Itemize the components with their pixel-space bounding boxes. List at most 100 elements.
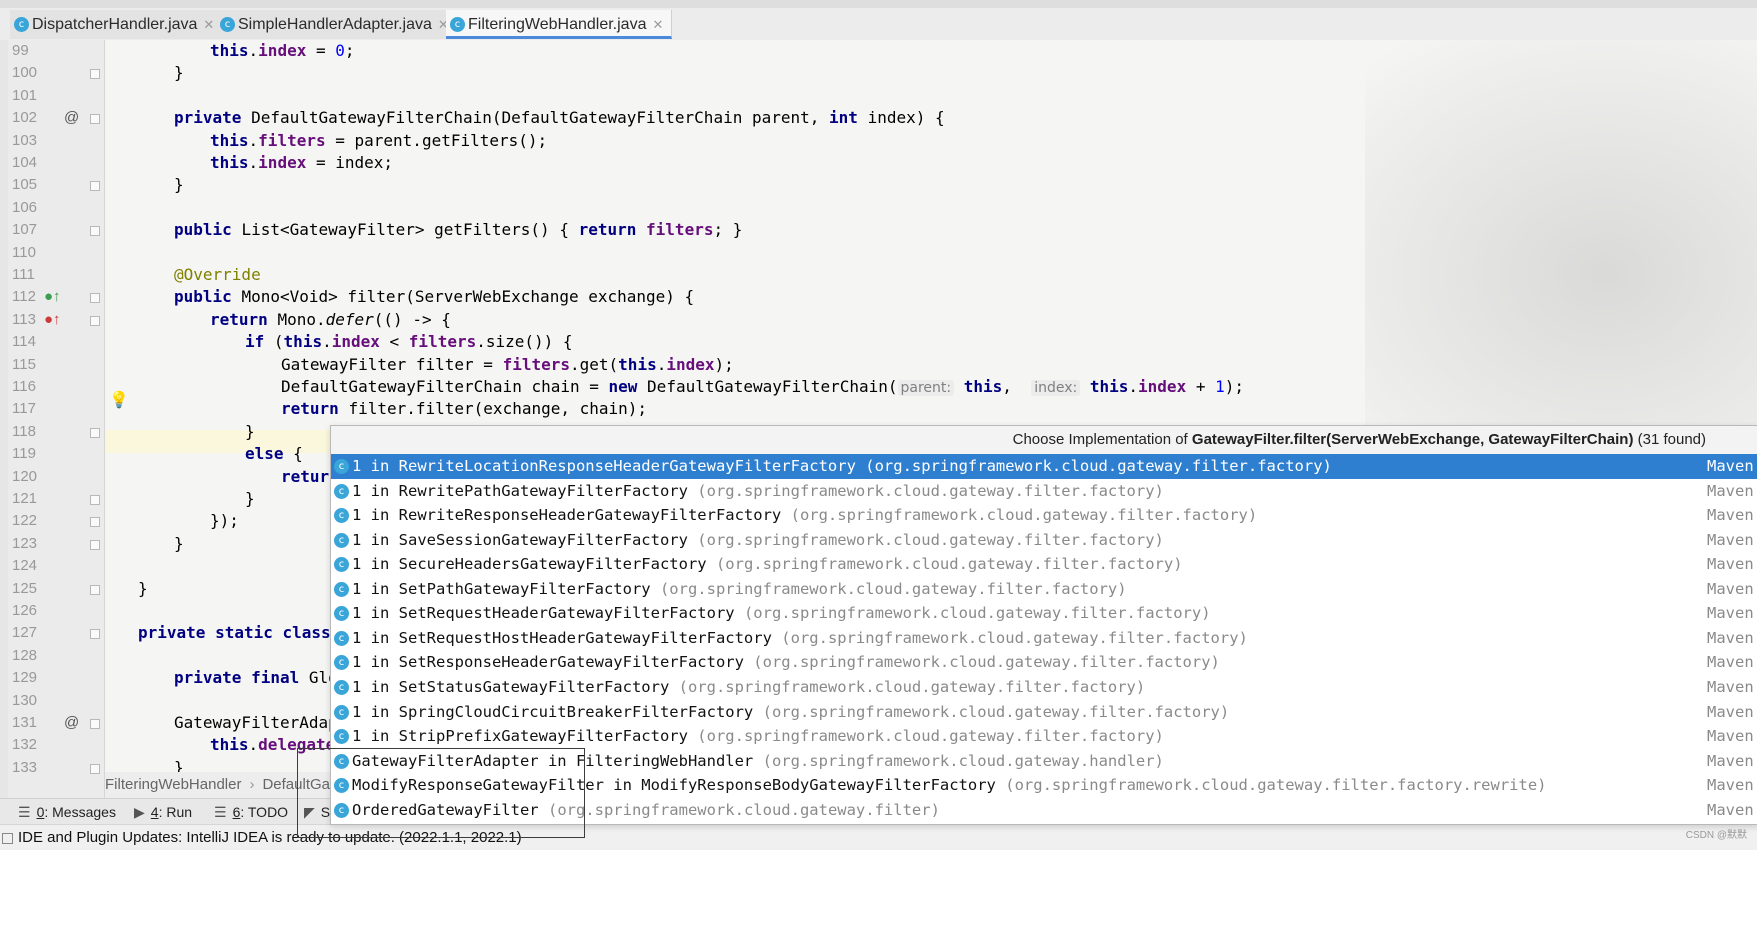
fold-marker[interactable]: [90, 584, 100, 595]
library-label: Maven:: [1707, 530, 1757, 549]
run-tool-button[interactable]: ▶ 4: Run: [134, 802, 192, 822]
class-icon: c: [334, 778, 349, 794]
line-number: 130: [12, 691, 38, 709]
implementation-item[interactable]: c1 in StripPrefixGatewayFilterFactory (o…: [331, 724, 1757, 749]
usages-at-icon[interactable]: @: [64, 712, 79, 734]
breadcrumb-item[interactable]: FilteringWebHandler: [105, 776, 241, 793]
implementation-item[interactable]: c1 in SetPathGatewayFilterFactory (org.s…: [331, 577, 1757, 602]
implementation-package: (org.springframework.cloud.gateway.filte…: [781, 628, 1248, 647]
code-line-132: this.delegate: [210, 735, 336, 755]
spring-tool-button[interactable]: ◤ S: [304, 802, 330, 822]
line-number: 113: [12, 310, 36, 328]
code-line-99: this.index = 0;: [210, 41, 355, 60]
code-line-102: private DefaultGatewayFilterChain(Defaul…: [174, 108, 945, 128]
status-toggle-icon[interactable]: [2, 833, 13, 844]
implementation-item[interactable]: c1 in SecureHeadersGatewayFilterFactory …: [331, 552, 1757, 577]
implementation-item[interactable]: c1 in RewritePathGatewayFilterFactory (o…: [331, 479, 1757, 504]
fold-marker[interactable]: [90, 495, 100, 505]
implementation-item[interactable]: c1 in SetRequestHeaderGatewayFilterFacto…: [331, 601, 1757, 626]
class-icon: c: [334, 655, 349, 671]
implementation-item[interactable]: c1 in SetStatusGatewayFilterFactory (org…: [331, 675, 1757, 700]
lightbulb-icon[interactable]: 💡: [109, 390, 129, 409]
breadcrumb-item[interactable]: DefaultGa: [262, 776, 330, 793]
lambda-override-icon[interactable]: ●↑: [44, 309, 61, 331]
class-icon: c: [450, 17, 465, 33]
fold-marker[interactable]: [90, 114, 100, 125]
fold-marker[interactable]: [90, 719, 100, 729]
line-number: 105: [12, 176, 38, 194]
implementation-name: 1 in SetRequestHostHeaderGatewayFilterFa…: [352, 628, 772, 647]
choose-implementation-popup[interactable]: Choose Implementation of GatewayFilter.f…: [330, 425, 1757, 825]
todo-tool-button[interactable]: ☰ 6: TODO: [214, 802, 288, 822]
status-message[interactable]: IDE and Plugin Updates: IntelliJ IDEA is…: [18, 825, 522, 851]
close-icon[interactable]: ✕: [652, 17, 663, 32]
fold-marker[interactable]: [90, 539, 100, 550]
line-number: 112: [12, 288, 36, 306]
implementation-text: 1 in SetStatusGatewayFilterFactory (org.…: [352, 675, 1145, 699]
implementation-item[interactable]: c1 in RewriteLocationResponseHeaderGatew…: [331, 454, 1757, 479]
code-line-111: @Override: [174, 265, 261, 284]
implementation-name: 1 in SaveSessionGatewayFilterFactory: [352, 530, 688, 549]
implementation-item[interactable]: c GatewayFilterAdapter in FilteringWebHan…: [331, 749, 1757, 774]
line-number-gutter: 99 100 101 102 @ 103 104 105 106 107 110 …: [8, 40, 105, 852]
line-number: 120: [12, 467, 38, 485]
fold-marker[interactable]: [90, 181, 100, 192]
library-label: Maven:: [1707, 727, 1757, 746]
implementation-package: (org.springframework.cloud.gateway.filte…: [678, 677, 1146, 696]
code-line-104: this.index = index;: [210, 153, 394, 172]
watermark: CSDN @默默: [1685, 830, 1747, 841]
popup-title: Choose Implementation of GatewayFilter.f…: [331, 426, 1757, 455]
implementation-package: (org.springframework.cloud.gateway.filte…: [762, 702, 1230, 721]
implementation-text: 1 in RewriteResponseHeaderGatewayFilterF…: [352, 503, 1257, 527]
close-icon[interactable]: ✕: [203, 17, 214, 32]
code-line-121: }: [245, 489, 255, 508]
fold-marker[interactable]: [90, 315, 100, 326]
code-line-131: GatewayFilterAdapt: [174, 713, 348, 732]
usages-at-icon[interactable]: @: [64, 107, 79, 129]
implementation-item[interactable]: c1 in SpringCloudCircuitBreakerFilterFac…: [331, 700, 1757, 725]
fold-marker[interactable]: [90, 629, 100, 640]
implementation-package: (org.springframework.cloud.gateway.filte…: [790, 506, 1258, 525]
tab-simple-handler-adapter[interactable]: c SimpleHandlerAdapter.java ✕: [216, 10, 458, 39]
library-label: Maven:: [1707, 481, 1757, 500]
implementation-text: 1 in RewritePathGatewayFilterFactory (or…: [352, 479, 1164, 503]
library-label: Maven:: [1707, 776, 1757, 795]
implementation-name: 1 in RewriteLocationResponseHeaderGatewa…: [352, 457, 856, 475]
code-line-103: this.filters = parent.getFilters();: [210, 130, 548, 150]
implementation-item[interactable]: c ModifyResponseGatewayFilter in ModifyRe…: [331, 773, 1757, 798]
tab-dispatcher-handler[interactable]: c DispatcherHandler.java ✕: [10, 10, 224, 39]
implementation-item[interactable]: c1 in RewriteResponseHeaderGatewayFilter…: [331, 503, 1757, 528]
line-number: 102: [12, 109, 38, 127]
implementation-text: 1 in SetRequestHostHeaderGatewayFilterFa…: [352, 626, 1248, 650]
fold-marker[interactable]: [90, 69, 100, 80]
library-label: Maven:: [1707, 628, 1757, 647]
implementation-package: (org.springframework.cloud.gateway.filte…: [1005, 776, 1547, 795]
editor-tab-bar: c DispatcherHandler.java ✕ c SimpleHandlerA…: [0, 0, 1757, 41]
implementation-package: (org.springframework.cloud.gateway.filte…: [697, 530, 1164, 549]
fold-marker[interactable]: [90, 293, 100, 304]
messages-tool-button[interactable]: ☰ 0: Messages: [18, 802, 116, 822]
implementation-name: 1 in RewriteResponseHeaderGatewayFilterF…: [352, 506, 782, 525]
code-line-127: private static class G: [138, 623, 350, 643]
tab-filtering-web-handler[interactable]: c FilteringWebHandler.java ✕: [446, 10, 673, 39]
spring-icon: ◤: [304, 804, 315, 820]
implementation-item[interactable]: c OrderedGatewayFilter (org.springframewo…: [331, 798, 1757, 823]
implementation-package: (org.springframework.cloud.gateway.filte…: [743, 604, 1211, 623]
library-label: Maven:: [1707, 579, 1757, 598]
fold-marker[interactable]: [90, 427, 100, 438]
fold-marker[interactable]: [90, 517, 100, 528]
implementation-item[interactable]: c1 in SetRequestHostHeaderGatewayFilterF…: [331, 626, 1757, 651]
implementation-package: (org.springframework.cloud.gateway.filte…: [715, 555, 1183, 574]
implementation-item[interactable]: c1 in SetResponseHeaderGatewayFilterFact…: [331, 650, 1757, 675]
line-number: 100: [12, 64, 38, 82]
messages-icon: ☰: [18, 804, 31, 820]
library-label: Maven:: [1707, 702, 1757, 721]
implementation-text: 1 in SecureHeadersGatewayFilterFactory (…: [352, 552, 1183, 576]
fold-marker[interactable]: [90, 763, 100, 774]
implements-method-icon[interactable]: ●↑: [44, 286, 61, 308]
code-line-118: }: [245, 421, 255, 441]
implementation-item[interactable]: c1 in SaveSessionGatewayFilterFactory (o…: [331, 528, 1757, 553]
implementation-name: 1 in SetResponseHeaderGatewayFilterFacto…: [352, 653, 744, 672]
fold-marker[interactable]: [90, 226, 100, 237]
code-line-117: return filter.filter(exchange, chain);: [281, 399, 648, 419]
